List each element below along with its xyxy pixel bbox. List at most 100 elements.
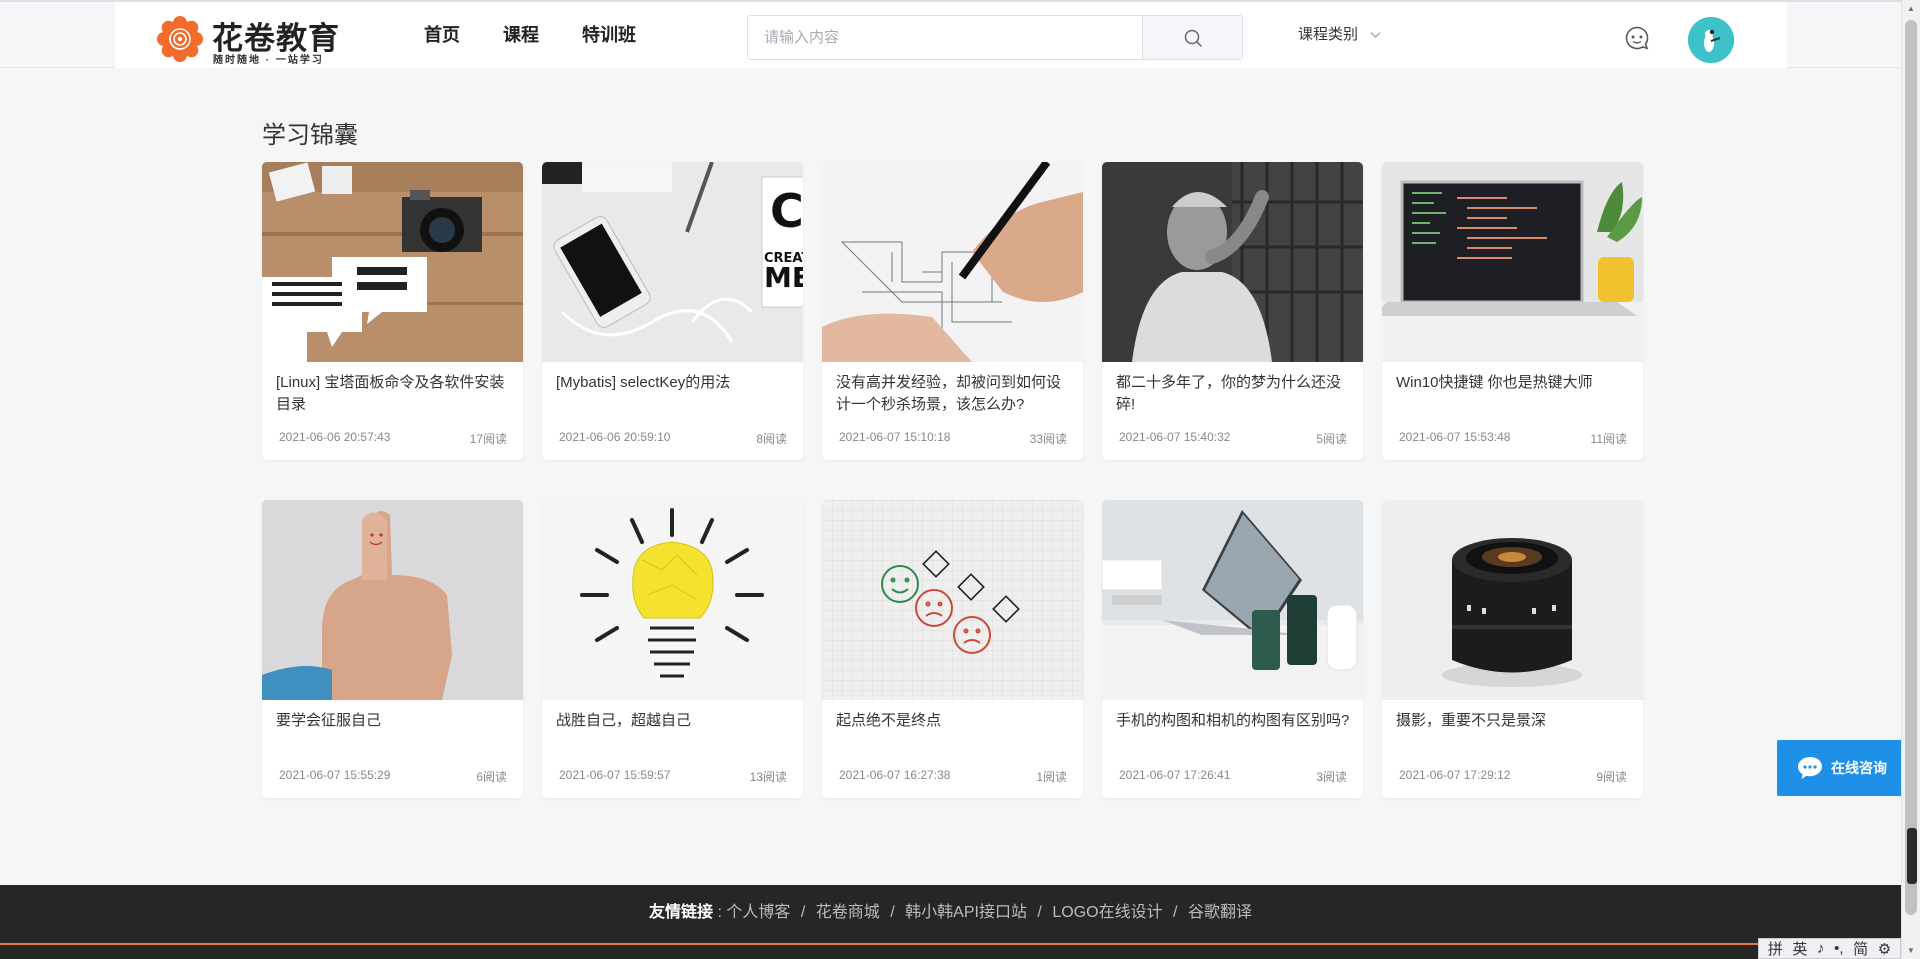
online-consult-label: 在线咨询 bbox=[1831, 760, 1887, 776]
friend-link-shop[interactable]: 花卷商城 bbox=[816, 904, 880, 921]
article-title: 起点绝不是终点 bbox=[836, 712, 942, 729]
friend-link-translate[interactable]: 谷歌翻译 bbox=[1188, 904, 1252, 921]
top-navbar: 花卷教育 随时随地 · 一站学习 首页 课程 特训班 课程类别 bbox=[0, 0, 1901, 68]
site-logo[interactable]: 花卷教育 随时随地 · 一站学习 bbox=[156, 13, 356, 66]
ime-language-toggle[interactable]: 英 bbox=[1792, 938, 1807, 959]
flower-logo-icon bbox=[157, 16, 203, 62]
svg-text:ME: ME bbox=[764, 261, 803, 294]
article-date: 2021-06-07 15:55:29 bbox=[279, 768, 391, 782]
article-date: 2021-06-07 17:26:41 bbox=[1119, 768, 1231, 782]
article-card[interactable]: [Linux] 宝塔面板命令及各软件安装目录 2021-06-06 20:57:… bbox=[262, 162, 523, 460]
ime-moon-icon[interactable]: ♪ bbox=[1817, 940, 1825, 957]
ime-punctuation-toggle[interactable]: •, bbox=[1834, 940, 1843, 957]
article-thumbnail-image bbox=[822, 162, 1083, 362]
article-date: 2021-06-07 17:29:12 bbox=[1399, 768, 1511, 782]
course-category-dropdown[interactable]: 课程类别 bbox=[1298, 2, 1381, 68]
scroll-down-arrow-icon[interactable]: ▼ bbox=[1902, 942, 1920, 959]
article-card[interactable]: 都二十多年了，你的梦为什么还没碎! 2021-06-07 15:40:32 5阅… bbox=[1102, 162, 1363, 460]
search-input[interactable] bbox=[748, 16, 1142, 59]
footer-accent-line bbox=[0, 943, 1901, 945]
article-read-count: 5阅读 bbox=[1316, 432, 1347, 446]
article-thumbnail-image: C CREAT ME bbox=[542, 162, 803, 362]
article-thumbnail-image bbox=[1382, 162, 1643, 362]
scrollbar-thumb[interactable] bbox=[1905, 20, 1917, 915]
article-title: 都二十多年了，你的梦为什么还没碎! bbox=[1116, 374, 1342, 413]
article-thumbnail-image bbox=[542, 500, 803, 700]
article-title: 手机的构图和相机的构图有区别吗? bbox=[1116, 712, 1350, 729]
ime-settings-icon[interactable]: ⚙ bbox=[1878, 940, 1891, 958]
friend-link-logo-design[interactable]: LOGO在线设计 bbox=[1052, 904, 1162, 921]
nav-item-home[interactable]: 首页 bbox=[424, 2, 460, 68]
avatar-image-icon bbox=[1688, 17, 1734, 63]
article-read-count: 13阅读 bbox=[749, 770, 787, 784]
article-thumbnail-image bbox=[262, 500, 523, 700]
article-card[interactable]: Win10快捷键 你也是热键大师 2021-06-07 15:53:48 11阅… bbox=[1382, 162, 1643, 460]
article-card[interactable]: 要学会征服自己 2021-06-07 15:55:29 6阅读 bbox=[262, 500, 523, 798]
friend-links-label: 友情链接 bbox=[649, 904, 714, 921]
article-meta: 2021-06-07 17:29:12 9阅读 bbox=[1399, 768, 1627, 785]
nav-item-training[interactable]: 特训班 bbox=[582, 2, 636, 68]
article-card[interactable]: 战胜自己，超越自己 2021-06-07 15:59:57 13阅读 bbox=[542, 500, 803, 798]
nav-item-courses[interactable]: 课程 bbox=[503, 2, 539, 68]
article-date: 2021-06-06 20:59:10 bbox=[559, 430, 671, 444]
navbar-container: 花卷教育 随时随地 · 一站学习 首页 课程 特训班 课程类别 bbox=[115, 2, 1787, 68]
article-read-count: 11阅读 bbox=[1590, 432, 1627, 446]
article-thumbnail-image bbox=[1102, 500, 1363, 700]
chat-bubble-icon bbox=[1798, 757, 1822, 779]
article-card[interactable]: 起点绝不是终点 2021-06-07 16:27:38 1阅读 bbox=[822, 500, 1083, 798]
article-title: [Mybatis] selectKey的用法 bbox=[556, 374, 731, 391]
chevron-down-icon bbox=[1370, 32, 1381, 38]
article-date: 2021-06-07 15:10:18 bbox=[839, 430, 951, 444]
search-icon bbox=[1184, 29, 1202, 47]
article-date: 2021-06-07 15:59:57 bbox=[559, 768, 671, 782]
article-date: 2021-06-07 16:27:38 bbox=[839, 768, 951, 782]
article-read-count: 6阅读 bbox=[476, 770, 507, 784]
article-title: 要学会征服自己 bbox=[276, 712, 382, 729]
online-consult-button[interactable]: 在线咨询 bbox=[1777, 740, 1903, 796]
course-category-label: 课程类别 bbox=[1298, 26, 1359, 43]
vertical-scrollbar[interactable]: ▲ ▼ bbox=[1901, 0, 1920, 959]
article-title: 战胜自己，超越自己 bbox=[556, 712, 692, 729]
search-box bbox=[747, 15, 1243, 60]
article-date: 2021-06-06 20:57:43 bbox=[279, 430, 391, 444]
friend-link-api[interactable]: 韩小韩API接口站 bbox=[905, 904, 1027, 921]
article-card[interactable]: 手机的构图和相机的构图有区别吗? 2021-06-07 17:26:41 3阅读 bbox=[1102, 500, 1363, 798]
link-separator: / bbox=[800, 904, 806, 921]
friend-links-colon: : bbox=[717, 904, 722, 921]
article-meta: 2021-06-07 15:10:18 33阅读 bbox=[839, 430, 1067, 447]
article-title: 没有高并发经验，却被问到如何设计一个秒杀场景，该怎么办? bbox=[836, 374, 1062, 413]
article-meta: 2021-06-07 15:55:29 6阅读 bbox=[279, 768, 507, 785]
svg-text:C: C bbox=[770, 184, 803, 238]
article-meta: 2021-06-06 20:59:10 8阅读 bbox=[559, 430, 787, 447]
article-thumbnail-image bbox=[262, 162, 523, 362]
ime-mode-icon[interactable]: 拼 bbox=[1768, 938, 1783, 959]
article-meta: 2021-06-06 20:57:43 17阅读 bbox=[279, 430, 507, 447]
article-thumbnail-image bbox=[1102, 162, 1363, 362]
message-icon[interactable] bbox=[1624, 25, 1650, 51]
article-read-count: 1阅读 bbox=[1036, 770, 1067, 784]
section-title: 学习锦囊 bbox=[262, 122, 358, 149]
logo-slogan: 随时随地 · 一站学习 bbox=[213, 55, 324, 66]
article-read-count: 3阅读 bbox=[1316, 770, 1347, 784]
article-title: Win10快捷键 你也是热键大师 bbox=[1396, 374, 1593, 391]
article-meta: 2021-06-07 15:40:32 5阅读 bbox=[1119, 430, 1347, 447]
search-button[interactable] bbox=[1142, 16, 1242, 59]
article-date: 2021-06-07 15:40:32 bbox=[1119, 430, 1231, 444]
link-separator: / bbox=[1173, 904, 1178, 921]
article-card[interactable]: 摄影，重要不只是景深 2021-06-07 17:29:12 9阅读 bbox=[1382, 500, 1643, 798]
user-avatar[interactable] bbox=[1688, 17, 1734, 63]
article-date: 2021-06-07 15:53:48 bbox=[1399, 430, 1511, 444]
article-card[interactable]: 没有高并发经验，却被问到如何设计一个秒杀场景，该怎么办? 2021-06-07 … bbox=[822, 162, 1083, 460]
scroll-up-arrow-icon[interactable]: ▲ bbox=[1902, 0, 1920, 17]
article-read-count: 33阅读 bbox=[1029, 432, 1067, 446]
footer: 友情链接 : 个人博客 / 花卷商城 / 韩小韩API接口站 / LOGO在线设… bbox=[0, 885, 1901, 959]
article-card[interactable]: C CREAT ME [Mybatis] selectKey的用法 2021-0… bbox=[542, 162, 803, 460]
friend-links: 友情链接 : 个人博客 / 花卷商城 / 韩小韩API接口站 / LOGO在线设… bbox=[0, 885, 1901, 941]
friend-link-blog[interactable]: 个人博客 bbox=[726, 904, 790, 921]
article-thumbnail-image bbox=[822, 500, 1083, 700]
article-title: 摄影，重要不只是景深 bbox=[1396, 712, 1547, 729]
link-separator: / bbox=[890, 904, 895, 921]
article-meta: 2021-06-07 15:59:57 13阅读 bbox=[559, 768, 787, 785]
article-read-count: 8阅读 bbox=[756, 432, 787, 446]
ime-simplified-toggle[interactable]: 简 bbox=[1853, 938, 1868, 959]
